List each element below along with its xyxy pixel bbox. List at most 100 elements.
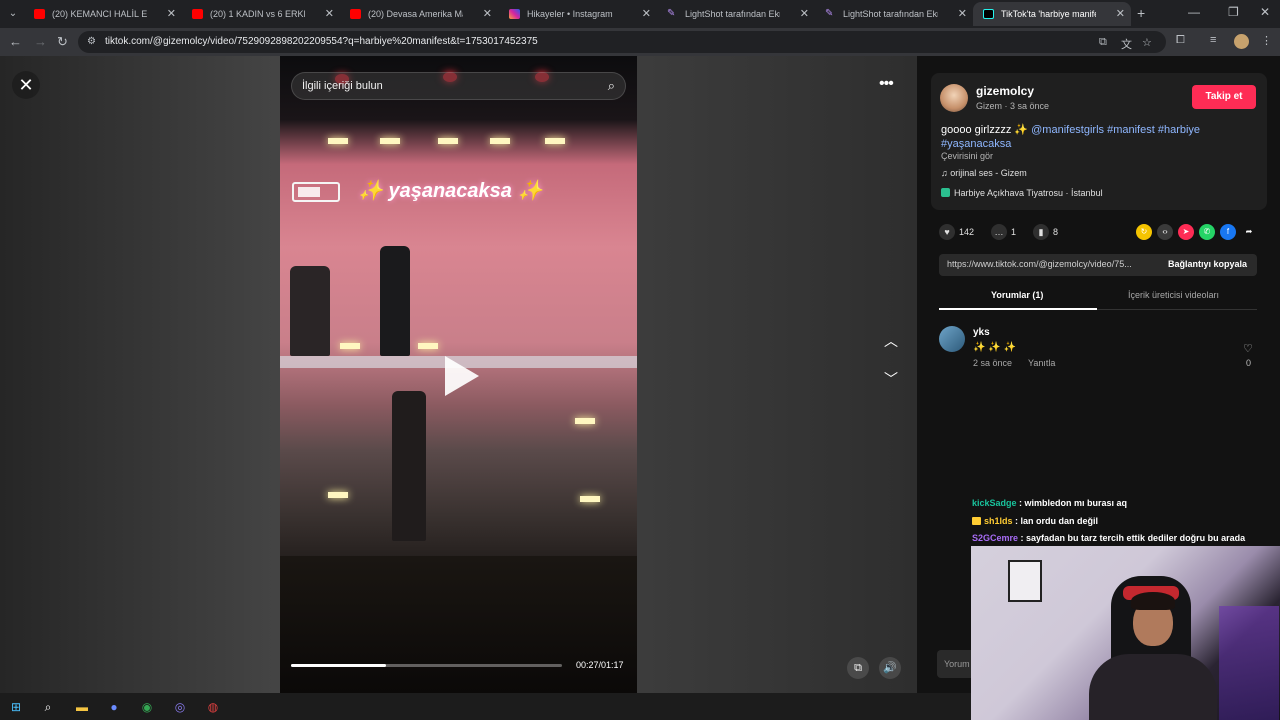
post-description: goooo girlzzzz ✨ @manifestgirls #manifes… xyxy=(941,123,1261,151)
tab-creator-videos[interactable]: İçerik üreticisi videoları xyxy=(1128,290,1219,300)
instagram-icon xyxy=(509,9,520,19)
location-info[interactable]: Harbiye Açıkhava Tiyatrosu · İstanbul xyxy=(941,188,1103,198)
tab-label: LightShot tarafından Ekran Gör xyxy=(843,9,938,19)
tab-label: Hikayeler • Instagram xyxy=(527,9,613,19)
description-hashtag[interactable]: #yaşanacaksa xyxy=(941,138,1011,150)
tab-close-icon[interactable]: ✕ xyxy=(958,2,967,26)
site-info-icon[interactable]: ⚙ xyxy=(87,36,96,47)
music-info[interactable]: ♫ orijinal ses - Gizem xyxy=(941,168,1027,178)
streamer-webcam xyxy=(971,546,1280,720)
tab-label: (20) 1 KADIN vs 6 ERKEK | KIYAF xyxy=(210,9,305,19)
search-icon[interactable]: ⌕ xyxy=(40,699,56,715)
comment-username[interactable]: yks xyxy=(973,327,990,338)
translate-icon[interactable]: 文 xyxy=(1121,36,1132,52)
drummer-figure xyxy=(290,266,330,356)
browser-menu-icon[interactable]: ⋮ xyxy=(1261,34,1272,47)
see-translation-link[interactable]: Çevirisini gör xyxy=(941,151,993,161)
play-icon[interactable] xyxy=(445,356,479,396)
send-icon[interactable]: ➤ xyxy=(1178,224,1194,240)
location-pin-icon xyxy=(941,188,950,197)
video-player[interactable]: ✨ yaşanacaksa ✨ İlgili içeriği bulun ⌕ 0… xyxy=(280,56,637,693)
url-text: tiktok.com/@gizemolcy/video/752909289820… xyxy=(105,36,538,47)
stage-light xyxy=(575,418,595,424)
close-video-icon[interactable]: ✕ xyxy=(12,71,40,99)
tab-close-icon[interactable]: ✕ xyxy=(483,2,492,26)
file-explorer-icon[interactable]: ▬ xyxy=(74,699,90,715)
author-card: gizemolcy Gizem · 3 sa önce Takip et goo… xyxy=(931,73,1267,210)
search-icon[interactable]: ⌕ xyxy=(608,78,615,94)
tab-instagram[interactable]: Hikayeler • Instagram ✕ xyxy=(499,2,657,26)
copy-link-button[interactable]: Bağlantıyı kopyala xyxy=(1168,259,1247,269)
facebook-icon[interactable]: f xyxy=(1220,224,1236,240)
bookmark-star-icon[interactable]: ☆ xyxy=(1142,36,1152,49)
comment-icon: … xyxy=(991,224,1007,240)
volume-icon[interactable]: 🔊 xyxy=(879,657,901,679)
tab-youtube-1[interactable]: (20) KEMANCI HALİL EV ZİYARE ✕ xyxy=(24,2,182,26)
whatsapp-icon[interactable]: ✆ xyxy=(1199,224,1215,240)
restore-icon[interactable]: ❐ xyxy=(1228,5,1239,19)
share-arrow-icon[interactable]: ➦ xyxy=(1241,224,1257,240)
window-close-icon[interactable]: ✕ xyxy=(1260,5,1270,19)
more-options-icon[interactable]: ••• xyxy=(879,75,894,93)
description-hashtags[interactable]: @manifestgirls #manifest #harbiye xyxy=(1031,124,1200,136)
author-avatar[interactable] xyxy=(940,84,968,112)
comment-like-count: 0 xyxy=(1246,358,1252,368)
back-icon[interactable]: ← xyxy=(9,34,22,49)
tab-close-icon[interactable]: ✕ xyxy=(1116,2,1125,26)
minimize-icon[interactable]: — xyxy=(1188,5,1200,19)
obs-icon[interactable]: ◍ xyxy=(205,699,221,715)
youtube-icon xyxy=(34,9,45,19)
next-video-icon[interactable]: ﹀ xyxy=(878,366,904,392)
extensions-icon[interactable]: ⧠ xyxy=(1176,34,1185,47)
discord-icon[interactable]: ◎ xyxy=(172,699,188,715)
tab-tiktok-active[interactable]: TikTok'ta 'harbiye manifest' bul ✕ xyxy=(973,2,1131,26)
tab-youtube-3[interactable]: (20) Devasa Amerika Market Tu ✕ xyxy=(340,2,498,26)
tab-lightshot-2[interactable]: ✎ LightShot tarafından Ekran Gör ✕ xyxy=(815,2,973,26)
author-subtitle: Gizem · 3 sa önce xyxy=(976,101,1050,111)
comment-like-icon[interactable]: ♡ xyxy=(1243,342,1253,355)
profile-avatar[interactable] xyxy=(1234,34,1249,49)
streamer-hair xyxy=(1131,592,1175,610)
install-app-icon[interactable]: ⧉ xyxy=(1099,36,1107,49)
tab-close-icon[interactable]: ✕ xyxy=(167,2,176,26)
tab-youtube-2[interactable]: (20) 1 KADIN vs 6 ERKEK | KIYAF ✕ xyxy=(182,2,340,26)
windows-start-icon[interactable]: ⊞ xyxy=(8,699,24,715)
forward-icon[interactable]: → xyxy=(34,34,47,49)
previous-video-icon[interactable]: ︿ xyxy=(878,328,904,354)
location-label: Harbiye Açıkhava Tiyatrosu · İstanbul xyxy=(954,188,1103,198)
tab-lightshot-1[interactable]: ✎ LightShot tarafından Ekran Gör ✕ xyxy=(657,2,815,26)
video-progress-bar[interactable] xyxy=(291,664,562,667)
chrome-icon[interactable]: ◉ xyxy=(139,699,155,715)
comment-action[interactable]: … 1 xyxy=(991,224,1016,240)
reload-icon[interactable]: ↻ xyxy=(57,34,68,50)
tab-close-icon[interactable]: ✕ xyxy=(642,2,651,26)
tab-close-icon[interactable]: ✕ xyxy=(800,2,809,26)
follow-button[interactable]: Takip et xyxy=(1192,85,1256,109)
embed-icon[interactable]: ‹› xyxy=(1157,224,1173,240)
repost-icon[interactable]: ↻ xyxy=(1136,224,1152,240)
stage-light xyxy=(340,343,360,349)
reply-link[interactable]: Yanıtla xyxy=(1028,358,1055,368)
save-action[interactable]: ▮ 8 xyxy=(1033,224,1058,240)
author-name[interactable]: gizemolcy xyxy=(976,84,1034,98)
save-count: 8 xyxy=(1053,227,1059,237)
share-link-url[interactable]: https://www.tiktok.com/@gizemolcy/video/… xyxy=(947,259,1147,269)
tab-comments[interactable]: Yorumlar (1) xyxy=(991,290,1043,300)
tab-label: TikTok'ta 'harbiye manifest' bul xyxy=(1001,9,1096,19)
stage-light xyxy=(580,496,600,502)
music-label: orijinal ses - Gizem xyxy=(950,168,1027,178)
commenter-avatar[interactable] xyxy=(939,326,965,352)
video-timecode: 00:27/01:17 xyxy=(576,660,624,670)
media-controls-icon[interactable]: ≡ xyxy=(1210,34,1216,46)
related-search-input[interactable]: İlgili içeriği bulun ⌕ xyxy=(291,72,626,100)
tab-close-icon[interactable]: ✕ xyxy=(325,2,334,26)
new-tab-button[interactable]: + xyxy=(1137,5,1145,21)
address-bar[interactable]: ⚙ tiktok.com/@gizemolcy/video/7529092898… xyxy=(78,31,1166,53)
tab-search-chevron-icon[interactable]: ⌄ xyxy=(4,5,22,23)
comment-text: ✨ ✨ ✨ xyxy=(973,342,1016,353)
app-icon[interactable]: ● xyxy=(106,699,122,715)
like-action[interactable]: ♥ 142 xyxy=(939,224,974,240)
pip-icon[interactable]: ⧉ xyxy=(847,657,869,679)
chat-username: sh1lds xyxy=(984,515,1013,526)
chat-username: S2GCemre xyxy=(972,533,1019,543)
